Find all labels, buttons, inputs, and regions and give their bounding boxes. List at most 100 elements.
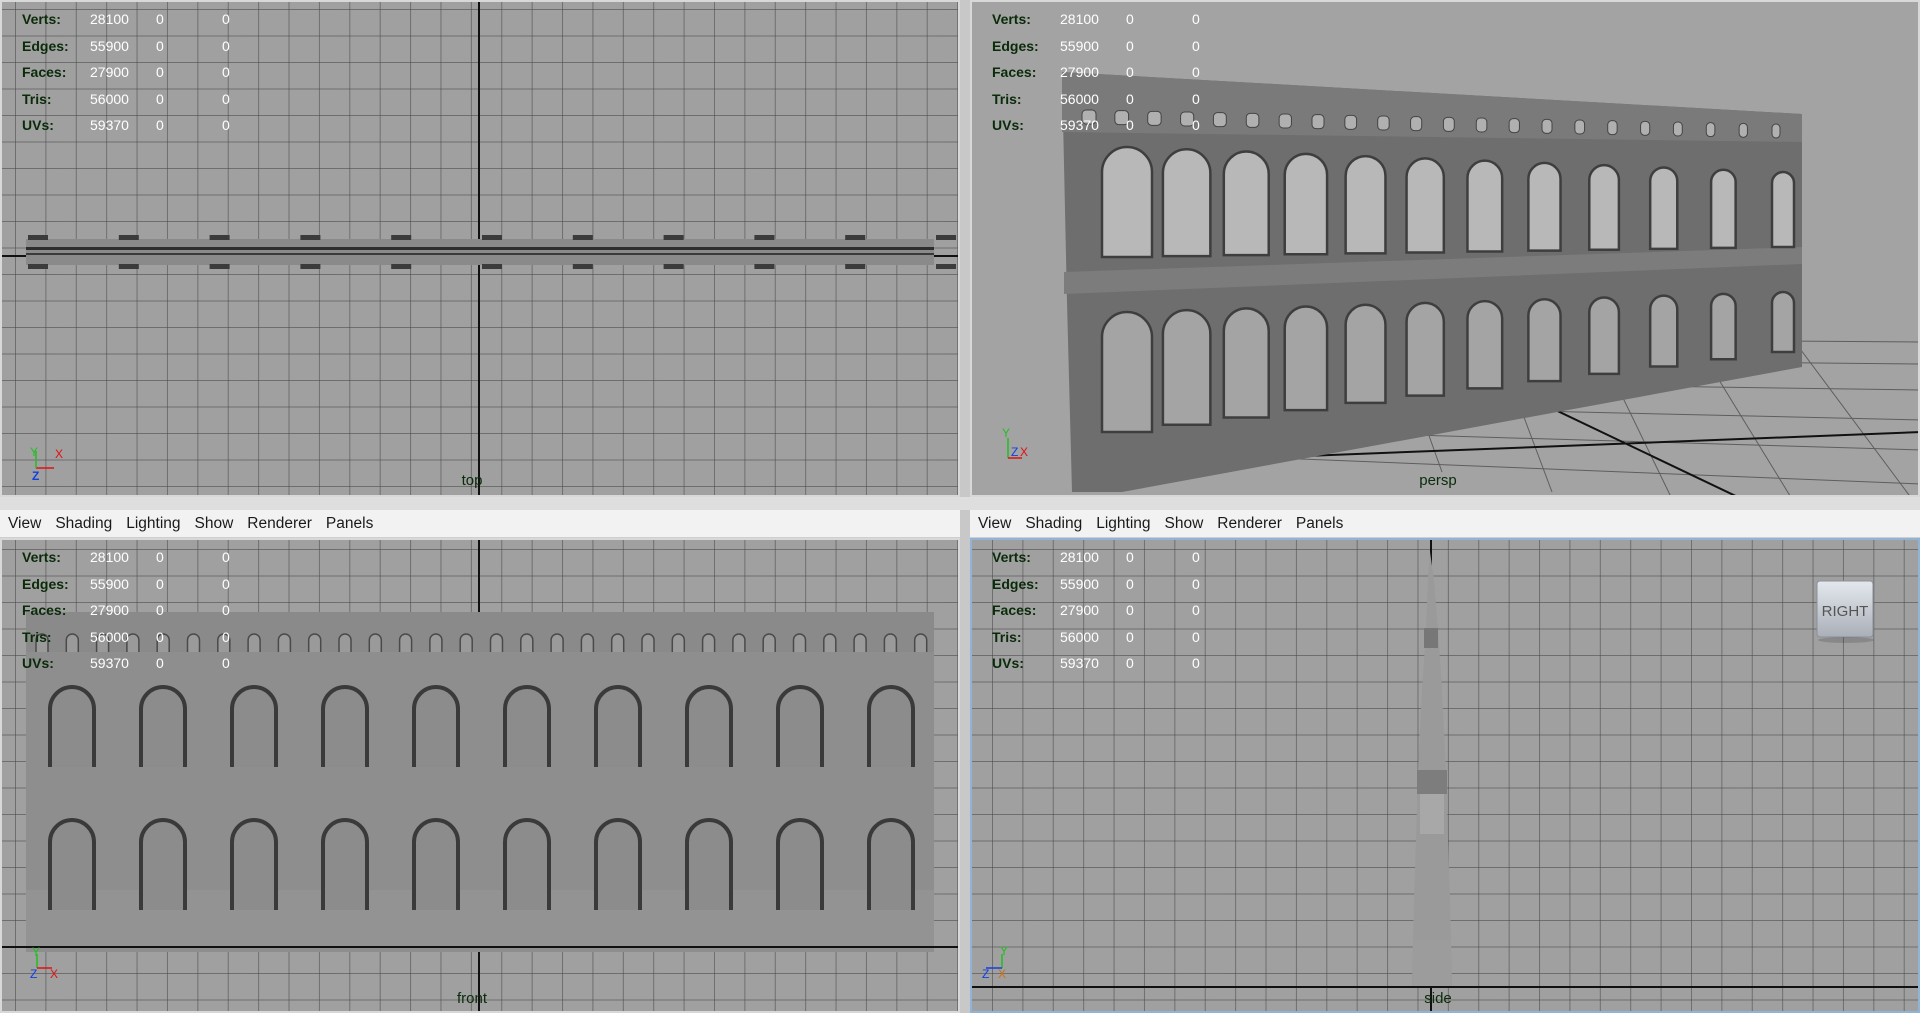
hud-value: 55900 <box>1060 575 1099 592</box>
hud-component: 0 <box>1192 655 1200 671</box>
viewport-side[interactable]: Verts: 28100 0 0 Edges: 55900 0 0 Faces: 27900 0 0 T… <box>970 538 1920 1013</box>
camera-label: persp <box>1419 472 1457 489</box>
hud-value: 55900 <box>1060 37 1099 54</box>
menu-view[interactable]: View <box>978 515 1011 533</box>
hud-component: 0 <box>222 628 230 645</box>
hud-selected: 0 <box>156 655 164 671</box>
hud-row: Verts: 28100 0 0 <box>22 544 262 571</box>
menu-shading[interactable]: Shading <box>1025 515 1082 533</box>
hud-selected: 0 <box>156 628 164 645</box>
menu-renderer[interactable]: Renderer <box>247 515 312 533</box>
svg-text:Z: Z <box>32 469 39 483</box>
svg-text:Y: Y <box>1002 428 1010 440</box>
svg-text:Y: Y <box>1000 946 1008 958</box>
hud-stats: Verts: 28100 0 0 Edges: 55900 0 0 Faces: 27900 0 0 T… <box>22 544 262 677</box>
hud-component: 0 <box>222 602 230 618</box>
hud-value: 59370 <box>90 655 129 671</box>
axis-gizmo-icon: Y Z X <box>978 944 1018 986</box>
hud-row: UVs: 59370 0 0 <box>22 650 262 677</box>
hud-value: 28100 <box>1060 11 1099 27</box>
hud-label: Edges: <box>22 575 69 592</box>
hud-value: 28100 <box>1060 549 1099 565</box>
axis-gizmo-icon: Y Z X <box>998 426 1038 468</box>
hud-row: Faces: 27900 0 0 <box>992 597 1232 624</box>
viewport-front[interactable]: Verts: 28100 0 0 Edges: 55900 0 0 Faces: 27900 0 0 T… <box>0 538 960 1013</box>
viewport-persp[interactable]: Verts: 28100 0 0 Edges: 55900 0 0 Faces: 27900 0 0 T… <box>970 0 1920 497</box>
hud-label: Verts: <box>992 11 1031 27</box>
hud-row: Faces: 27900 0 0 <box>22 597 262 624</box>
hud-label: UVs: <box>992 117 1024 133</box>
hud-selected: 0 <box>1126 11 1134 27</box>
hud-component: 0 <box>1192 11 1200 27</box>
menu-panels[interactable]: Panels <box>1296 515 1343 533</box>
hud-selected: 0 <box>156 602 164 618</box>
svg-text:X: X <box>50 967 58 981</box>
menu-show[interactable]: Show <box>195 515 234 533</box>
hud-selected: 0 <box>1126 549 1134 565</box>
axis-gizmo-icon: Y X Z <box>28 445 68 486</box>
hud-row: Faces: 27900 0 0 <box>992 59 1232 86</box>
hud-label: Faces: <box>992 64 1037 80</box>
hud-selected: 0 <box>1126 575 1134 592</box>
menu-shading[interactable]: Shading <box>55 515 112 533</box>
hud-component: 0 <box>1192 37 1200 54</box>
svg-text:X: X <box>998 967 1006 981</box>
hud-component: 0 <box>1192 628 1200 645</box>
svg-text:Z: Z <box>30 967 37 981</box>
hud-row: UVs: 59370 0 0 <box>992 112 1232 139</box>
svg-text:X: X <box>55 447 63 461</box>
menu-lighting[interactable]: Lighting <box>126 515 180 533</box>
hud-value: 55900 <box>90 575 129 592</box>
hud-component: 0 <box>222 549 230 565</box>
viewport-top[interactable]: Verts: 28100 0 0 Edges: 55900 0 0 Faces: 27900 0 0 T… <box>0 0 960 497</box>
hud-value: 56000 <box>1060 90 1099 107</box>
hud-label: Verts: <box>22 549 61 565</box>
hud-value: 27900 <box>1060 64 1099 80</box>
menu-view[interactable]: View <box>8 515 41 533</box>
hud-selected: 0 <box>1126 37 1134 54</box>
aqueduct-top-view <box>26 235 956 269</box>
svg-text:Y: Y <box>30 446 38 459</box>
hud-component: 0 <box>1192 602 1200 618</box>
hud-component: 0 <box>1192 575 1200 592</box>
camera-label: front <box>456 990 488 1007</box>
hud-label: Tris: <box>22 628 52 645</box>
hud-value: 59370 <box>1060 117 1099 133</box>
hud-selected: 0 <box>156 549 164 565</box>
camera-label: side <box>1424 990 1452 1007</box>
hud-selected: 0 <box>1126 90 1134 107</box>
hud-component: 0 <box>1192 117 1200 133</box>
hud-value: 28100 <box>90 549 129 565</box>
menu-show[interactable]: Show <box>1165 515 1204 533</box>
svg-text:RIGHT: RIGHT <box>1822 603 1869 620</box>
hud-value: 56000 <box>1060 628 1099 645</box>
hud-row: Verts: 28100 0 0 <box>992 6 1232 33</box>
hud-row: Edges: 55900 0 0 <box>992 571 1232 598</box>
hud-row: Tris: 56000 0 0 <box>22 624 262 651</box>
hud-row: Tris: 56000 0 0 <box>992 86 1232 113</box>
hud-component: 0 <box>222 655 230 671</box>
camera-label: top <box>461 472 483 489</box>
panel-menubar-side: View Shading Lighting Show Renderer Pane… <box>970 510 1920 538</box>
hud-label: Tris: <box>992 90 1022 107</box>
svg-text:Z: Z <box>1011 445 1018 459</box>
hud-row: Tris: 56000 0 0 <box>992 624 1232 651</box>
hud-component: 0 <box>1192 549 1200 565</box>
hud-value: 59370 <box>1060 655 1099 671</box>
pane-separator[interactable] <box>0 497 1920 510</box>
hud-component: 0 <box>1192 64 1200 80</box>
hud-stats: Verts: 28100 0 0 Edges: 55900 0 0 Faces: 27900 0 0 T… <box>992 544 1232 677</box>
svg-text:X: X <box>1020 445 1028 459</box>
hud-row: UVs: 59370 0 0 <box>992 650 1232 677</box>
hud-label: Faces: <box>992 602 1037 618</box>
hud-selected: 0 <box>1126 64 1134 80</box>
hud-label: Faces: <box>22 602 67 618</box>
hud-selected: 0 <box>1126 602 1134 618</box>
hud-stats: Verts: 28100 0 0 Edges: 55900 0 0 Faces: 27900 0 0 T… <box>992 6 1232 139</box>
menu-lighting[interactable]: Lighting <box>1096 515 1150 533</box>
menu-renderer[interactable]: Renderer <box>1217 515 1282 533</box>
view-cube-icon[interactable]: RIGHT <box>1816 580 1876 644</box>
menu-panels[interactable]: Panels <box>326 515 373 533</box>
axis-gizmo-icon: Y Z X <box>28 945 68 986</box>
hud-selected: 0 <box>1126 117 1134 133</box>
